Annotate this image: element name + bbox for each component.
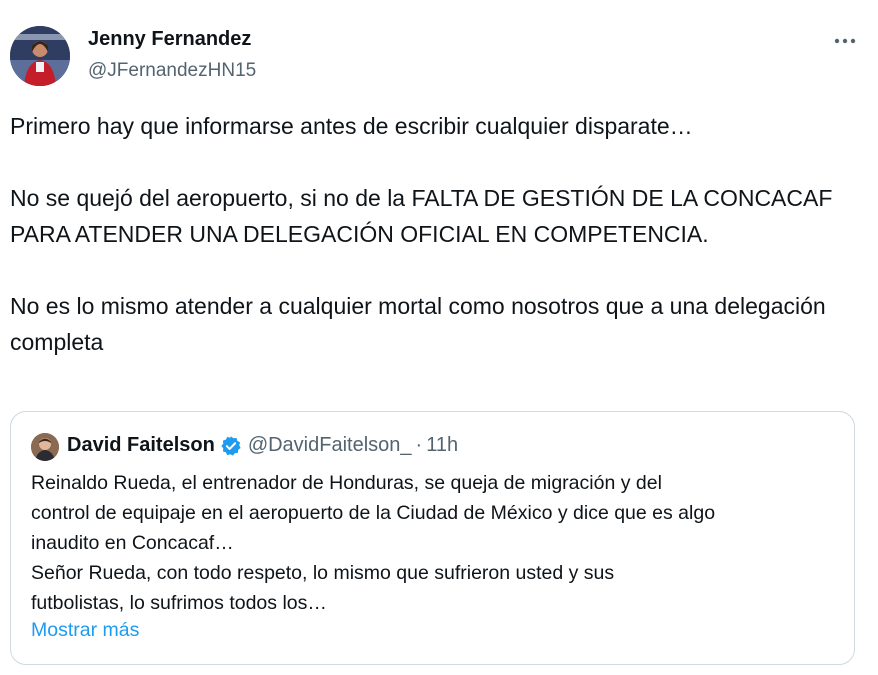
tweet: Jenny Fernandez @JFernandezHN15 Primero …	[0, 0, 878, 675]
tweet-paragraph: No es lo mismo atender a cualquier morta…	[10, 293, 826, 355]
more-horizontal-icon	[834, 38, 856, 44]
quoted-text-line: inaudito en Concacaf…	[31, 532, 234, 554]
quoted-author-avatar-image	[31, 433, 59, 461]
quoted-timestamp[interactable]: 11h	[426, 434, 458, 457]
quoted-text-line: futbolistas, lo sufrimos todos los…	[31, 592, 327, 614]
quoted-tweet[interactable]: David Faitelson @DavidFaitelson_ · 11h R…	[10, 411, 855, 665]
show-more-link[interactable]: Mostrar más	[31, 619, 139, 642]
tweet-paragraph: Primero hay que informarse antes de escr…	[10, 113, 693, 139]
more-options-button[interactable]	[826, 22, 864, 60]
author-avatar-image	[10, 26, 70, 86]
tweet-text: Primero hay que informarse antes de escr…	[10, 108, 860, 360]
quoted-author-name[interactable]: David Faitelson	[67, 434, 215, 457]
verified-badge-icon	[220, 435, 242, 457]
tweet-paragraph: No se quejó del aeropuerto, si no de la …	[10, 185, 833, 247]
separator-dot: ·	[415, 434, 423, 456]
quoted-text-line: Señor Rueda, con todo respeto, lo mismo …	[31, 562, 615, 584]
author-name[interactable]: Jenny Fernandez	[88, 28, 251, 51]
quoted-text-line: Reinaldo Rueda, el entrenador de Hondura…	[31, 472, 662, 494]
author-avatar[interactable]	[10, 26, 70, 86]
author-handle[interactable]: @JFernandezHN15	[88, 60, 256, 82]
quoted-author-handle[interactable]: @DavidFaitelson_	[248, 434, 412, 457]
quoted-text-line: control de equipaje en el aeropuerto de …	[31, 502, 716, 524]
quoted-author-avatar[interactable]	[31, 433, 59, 461]
quoted-text: Reinaldo Rueda, el entrenador de Hondura…	[31, 468, 841, 618]
quoted-header: David Faitelson @DavidFaitelson_ · 11h	[67, 434, 458, 457]
